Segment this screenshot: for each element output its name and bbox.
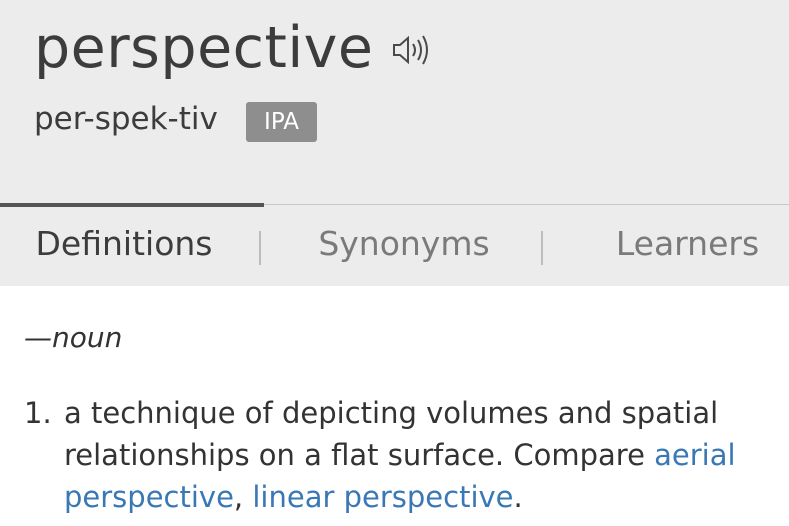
link-separator: , [233, 480, 253, 514]
definitions-panel: —noun 1. a technique of depicting volume… [0, 286, 789, 526]
tab-definitions[interactable]: Definitions [0, 205, 248, 286]
tab-divider [541, 231, 543, 265]
definition-text: a technique of depicting volumes and spa… [64, 392, 764, 518]
tab-synonyms[interactable]: Synonyms [268, 205, 540, 286]
part-of-speech: —noun [24, 321, 123, 354]
ipa-button[interactable]: IPA [246, 102, 317, 142]
definition-body: a technique of depicting volumes and spa… [64, 396, 719, 472]
tab-bar: Definitions Synonyms Learners [0, 203, 789, 286]
definition-end: . [513, 480, 523, 514]
pronunciation: per-spek-tiv [34, 101, 218, 137]
speaker-icon[interactable] [390, 31, 436, 69]
tab-learners[interactable]: Learners [590, 205, 785, 286]
entry-word: perspective [34, 15, 374, 81]
link-linear-perspective[interactable]: linear perspective [252, 480, 513, 514]
word-header: perspective per-spek-tiv IPA [0, 0, 789, 204]
definition-number: 1. [24, 396, 52, 430]
tab-divider [259, 231, 261, 265]
